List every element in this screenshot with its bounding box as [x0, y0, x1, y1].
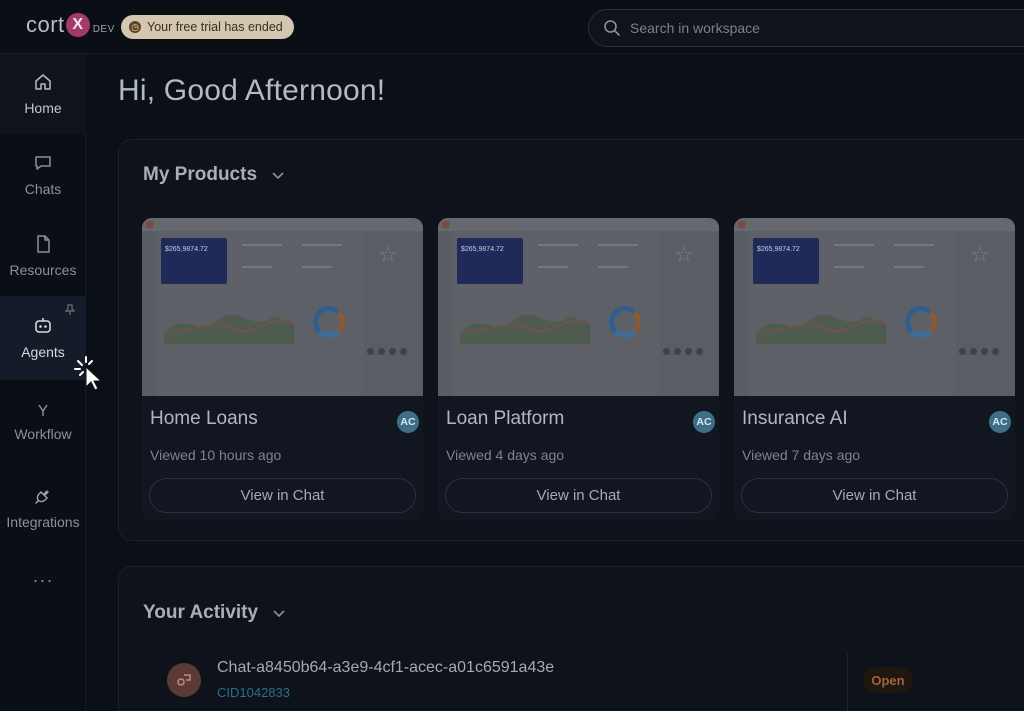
search-bar[interactable]	[588, 9, 1024, 47]
robot-icon	[35, 318, 51, 333]
sidebar-item-label: Integrations	[6, 514, 80, 530]
product-thumbnail: $265,9874.72 ☆	[734, 218, 1015, 396]
plug-icon	[35, 490, 49, 504]
logo-text: cort	[26, 12, 65, 37]
divider	[847, 653, 848, 711]
document-icon	[37, 235, 50, 253]
activity-row[interactable]: Chat-a8450b64-a3e9-4cf1-acec-a01c6591a43…	[153, 653, 1024, 711]
your-activity-panel: Your Activity Chat-a8450b64-a3e9-4cf1-ac…	[118, 566, 1024, 711]
viewed-time: Viewed 10 hours ago	[150, 447, 282, 463]
chevron-down-icon	[272, 172, 284, 180]
viewed-time: Viewed 7 days ago	[742, 447, 861, 463]
thumb-balance: $265,9874.72	[457, 238, 523, 284]
thumb-balance: $265,9874.72	[753, 238, 819, 284]
search-icon	[604, 20, 620, 36]
avatar: AC	[693, 411, 715, 433]
sidebar-item-label: Workflow	[14, 426, 72, 442]
view-in-chat-button[interactable]: View in Chat	[445, 478, 712, 513]
page-title: Hi, Good Afternoon!	[118, 74, 386, 107]
top-bar: cort X DEV ◷ Your free trial has ended	[0, 0, 1024, 54]
sidebar-item-integrations[interactable]: Integrations	[0, 466, 86, 550]
activity-id-link[interactable]: CID1042833	[217, 685, 290, 700]
section-title: My Products	[143, 164, 258, 185]
product-card[interactable]: $265,9874.72 ☆ Insurance AI AC Viewed 7 …	[734, 218, 1015, 521]
trial-badge[interactable]: ◷ Your free trial has ended	[121, 15, 294, 39]
product-card[interactable]: $265,9874.72 ☆ Loan Platform AC Viewed 4…	[438, 218, 719, 521]
workflow-icon	[38, 404, 48, 416]
product-thumbnail: $265,9874.72 ☆	[438, 218, 719, 396]
home-icon	[35, 74, 51, 90]
avatar: AC	[989, 411, 1011, 433]
my-products-header[interactable]: My Products	[143, 164, 285, 186]
my-products-panel: My Products $265,9874.72 ☆ Home Loans AC…	[118, 139, 1024, 541]
status-badge: Open	[863, 667, 913, 693]
thumb-balance: $265,9874.72	[161, 238, 227, 284]
chat-icon	[35, 156, 51, 170]
clock-icon: ◷	[129, 21, 141, 33]
sidebar-item-label: Home	[24, 100, 62, 116]
section-title: Your Activity	[143, 602, 259, 623]
search-input[interactable]	[630, 20, 990, 36]
app-logo[interactable]: cort X DEV	[26, 12, 115, 38]
more-button[interactable]: ···	[0, 552, 86, 608]
your-activity-header[interactable]: Your Activity	[143, 602, 286, 624]
product-name: Loan Platform	[446, 408, 565, 429]
sidebar-item-workflow[interactable]: Workflow	[0, 384, 86, 460]
view-in-chat-button[interactable]: View in Chat	[741, 478, 1008, 513]
env-label: DEV	[92, 24, 115, 35]
sidebar-item-chats[interactable]: Chats	[0, 135, 86, 215]
more-icon: ···	[32, 569, 54, 590]
chevron-down-icon	[273, 610, 285, 618]
sidebar-item-label: Chats	[24, 181, 62, 197]
avatar: AC	[397, 411, 419, 433]
chat-link-icon	[167, 663, 201, 697]
product-name: Home Loans	[150, 408, 258, 429]
view-in-chat-button[interactable]: View in Chat	[149, 478, 416, 513]
mouse-cursor-icon	[74, 356, 103, 391]
product-thumbnail: $265,9874.72 ☆	[142, 218, 423, 396]
sidebar-item-home[interactable]: Home	[0, 54, 86, 134]
viewed-time: Viewed 4 days ago	[446, 447, 565, 463]
pin-icon[interactable]	[64, 304, 76, 316]
sidebar-item-label: Resources	[9, 262, 77, 278]
logo-mark: X	[65, 13, 90, 37]
activity-title[interactable]: Chat-a8450b64-a3e9-4cf1-acec-a01c6591a43…	[217, 659, 554, 677]
sidebar-item-resources[interactable]: Resources	[0, 216, 86, 296]
sidebar-item-label: Agents	[21, 344, 65, 360]
product-card[interactable]: $265,9874.72 ☆ Home Loans AC Viewed 10 h…	[142, 218, 423, 521]
trial-badge-label: Your free trial has ended	[147, 20, 283, 34]
product-name: Insurance AI	[742, 408, 848, 429]
